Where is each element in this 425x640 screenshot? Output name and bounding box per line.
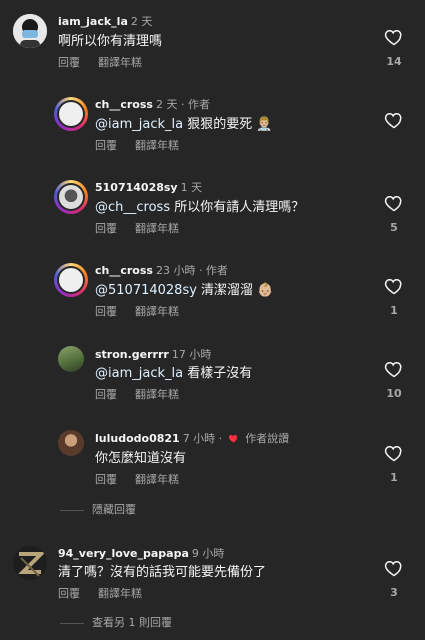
view-more-replies-button[interactable]: 查看另 1 則回覆 [60, 614, 172, 630]
timestamp: 2 天 · 作者 [155, 98, 210, 111]
translate-button[interactable]: 翻譯年糕 [135, 388, 179, 401]
username[interactable]: ch__cross [95, 98, 153, 111]
username[interactable]: 510714028sy [95, 181, 178, 194]
avatar-image [59, 268, 83, 292]
reply-button[interactable]: 回覆 [95, 473, 117, 486]
comment-text: @ch__cross 所以你有請人清理嗎？ [95, 196, 304, 215]
heart-icon[interactable] [384, 359, 404, 379]
heart-icon[interactable] [384, 443, 404, 463]
reply-button[interactable]: 回覆 [95, 139, 117, 152]
avatar-image [13, 546, 47, 580]
comment-text: @iam_jack_la 看樣子沒有 [95, 362, 252, 381]
comment-text: 清了嗎？沒有的話我可能要先備份了 [58, 565, 267, 580]
author-heart-icon [228, 435, 237, 443]
comment-header: 94_very_love_papapa 9 小時 [58, 545, 224, 561]
like-count: 3 [390, 586, 398, 599]
translate-button[interactable]: 翻譯年糕 [135, 473, 179, 486]
like-count: 1 [390, 304, 398, 317]
avatar-image [59, 102, 83, 126]
translate-button[interactable]: 翻譯年糕 [98, 587, 142, 600]
avatar[interactable] [13, 14, 47, 48]
comment-body: 所以你有請人清理嗎？ [170, 200, 305, 215]
reply-button[interactable]: 回覆 [95, 222, 117, 235]
avatar[interactable] [54, 180, 88, 214]
comment-header: stron.gerrrr 17 小時 [95, 346, 211, 362]
username[interactable]: luludodo0821 [95, 432, 180, 445]
comment-body: 狠狠的要死 👨🏼‍⚕️ [183, 117, 273, 132]
avatar[interactable] [58, 430, 84, 456]
translate-button[interactable]: 翻譯年糕 [135, 305, 179, 318]
mention-link[interactable]: @iam_jack_la [95, 117, 183, 132]
like-count: 14 [386, 55, 402, 68]
timestamp: 7 小時 · [182, 432, 223, 445]
comment-header: luludodo0821 7 小時 · 作者說讚 [95, 430, 289, 446]
author-liked-label: 作者說讚 [245, 432, 290, 445]
like-count: 10 [386, 387, 402, 400]
comment-body: 看樣子沒有 [183, 366, 253, 381]
heart-icon[interactable] [384, 110, 404, 130]
translate-button[interactable]: 翻譯年糕 [135, 222, 179, 235]
heart-icon[interactable] [384, 276, 404, 296]
comment-header: ch__cross 23 小時 · 作者 [95, 262, 228, 278]
heart-icon[interactable] [384, 193, 404, 213]
timestamp: 2 天 [130, 15, 153, 28]
username[interactable]: ch__cross [95, 264, 153, 277]
comment-text: 啊所以你有清理嗎 [58, 34, 163, 49]
avatar[interactable] [54, 263, 88, 297]
reply-button[interactable]: 回覆 [95, 388, 117, 401]
like-count: 5 [390, 221, 398, 234]
reply-button[interactable]: 回覆 [58, 587, 80, 600]
mention-link[interactable]: @510714028sy [95, 283, 197, 298]
avatar[interactable] [54, 97, 88, 131]
view-more-label: 查看另 1 則回覆 [92, 616, 172, 629]
hide-replies-label: 隱藏回覆 [92, 503, 136, 516]
heart-icon[interactable] [384, 27, 404, 47]
avatar-image [59, 185, 83, 209]
heart-icon[interactable] [384, 558, 404, 578]
divider [60, 622, 84, 624]
mention-link[interactable]: @ch__cross [95, 200, 170, 215]
reply-button[interactable]: 回覆 [58, 56, 80, 69]
comment-header: ch__cross 2 天 · 作者 [95, 96, 210, 112]
avatar[interactable] [58, 346, 84, 372]
username[interactable]: iam_jack_la [58, 15, 128, 28]
comment-body: 清潔溜溜 👶🏼 [196, 283, 274, 298]
translate-button[interactable]: 翻譯年糕 [135, 139, 179, 152]
timestamp: 9 小時 [191, 547, 225, 560]
comment-text: @iam_jack_la 狠狠的要死 👨🏼‍⚕️ [95, 113, 273, 132]
avatar-image [13, 14, 47, 48]
username[interactable]: 94_very_love_papapa [58, 547, 189, 560]
avatar[interactable] [13, 546, 47, 580]
username[interactable]: stron.gerrrr [95, 348, 169, 361]
timestamp: 1 天 [180, 181, 203, 194]
comment-text: @510714028sy 清潔溜溜 👶🏼 [95, 279, 273, 298]
mention-link[interactable]: @iam_jack_la [95, 366, 183, 381]
comment-header: 510714028sy 1 天 [95, 179, 202, 195]
timestamp: 17 小時 [171, 348, 212, 361]
comment-header: iam_jack_la 2 天 [58, 13, 152, 29]
reply-button[interactable]: 回覆 [95, 305, 117, 318]
divider [60, 509, 84, 511]
comment-text: 你怎麼知道沒有 [95, 451, 187, 466]
translate-button[interactable]: 翻譯年糕 [98, 56, 142, 69]
hide-replies-button[interactable]: 隱藏回覆 [60, 501, 136, 517]
like-count: 1 [390, 471, 398, 484]
timestamp: 23 小時 · 作者 [155, 264, 228, 277]
